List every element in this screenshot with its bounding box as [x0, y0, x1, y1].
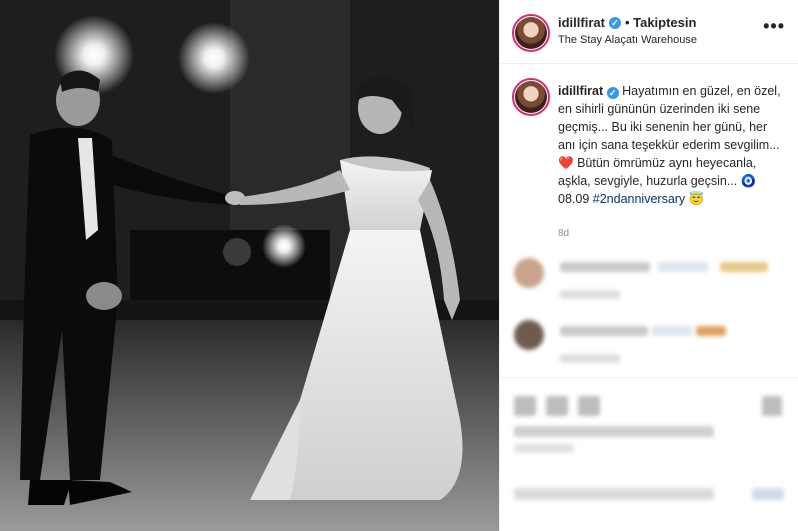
comment-blurred-text	[696, 326, 726, 336]
verified-icon: ✓	[608, 16, 621, 29]
comment-icon[interactable]	[546, 396, 568, 416]
wedding-photo-image	[0, 0, 499, 531]
comment-blurred-meta	[560, 290, 620, 299]
caption-username[interactable]: idillfirat	[558, 84, 603, 98]
angel-emoji: 😇	[688, 192, 705, 206]
more-dots-icon[interactable]: •••	[763, 16, 785, 37]
post-actions-area	[500, 377, 798, 531]
caption-date: 08.09	[558, 192, 590, 206]
caption-text: idillfirat ✓ Hayatımın en güzel, en özel…	[558, 82, 784, 208]
comment-blurred-meta	[560, 354, 620, 363]
avatar[interactable]	[512, 14, 550, 52]
likes-blurred-text	[514, 426, 714, 437]
header-username[interactable]: idillfirat	[558, 15, 605, 30]
post-button-blurred[interactable]	[752, 488, 784, 500]
caption-body-2: Bütün ömrümüz aynı heyecanla, aşkla, sev…	[558, 156, 757, 188]
evil-eye-emoji: 🧿	[740, 174, 757, 188]
comment-blurred-text	[652, 326, 692, 336]
post-side-panel: idillfirat ✓ • Takiptesin The Stay Alaça…	[499, 0, 798, 531]
verified-icon: ✓	[606, 87, 619, 99]
caption-time: 8d	[558, 228, 570, 239]
add-comment-blurred[interactable]	[514, 488, 714, 500]
comment-blurred-text	[658, 262, 708, 272]
comment-blurred-text	[560, 326, 648, 336]
comment-blurred-text	[720, 262, 768, 272]
bookmark-icon[interactable]	[762, 396, 782, 416]
comment-blurred-text	[560, 262, 650, 272]
caption-avatar[interactable]	[512, 78, 550, 116]
post-header: idillfirat ✓ • Takiptesin The Stay Alaça…	[500, 0, 798, 64]
date-blurred-text	[514, 444, 574, 453]
follow-status[interactable]: • Takiptesin	[625, 15, 697, 30]
heart-emoji: ❤️	[558, 156, 574, 170]
comment-avatar[interactable]	[514, 258, 544, 288]
comment-avatar[interactable]	[514, 320, 544, 350]
like-icon[interactable]	[514, 396, 536, 416]
post-photo[interactable]	[0, 0, 499, 531]
share-icon[interactable]	[578, 396, 600, 416]
hashtag-link[interactable]: #2ndanniversary	[593, 192, 685, 206]
location-link[interactable]: The Stay Alaçatı Warehouse	[558, 34, 697, 46]
